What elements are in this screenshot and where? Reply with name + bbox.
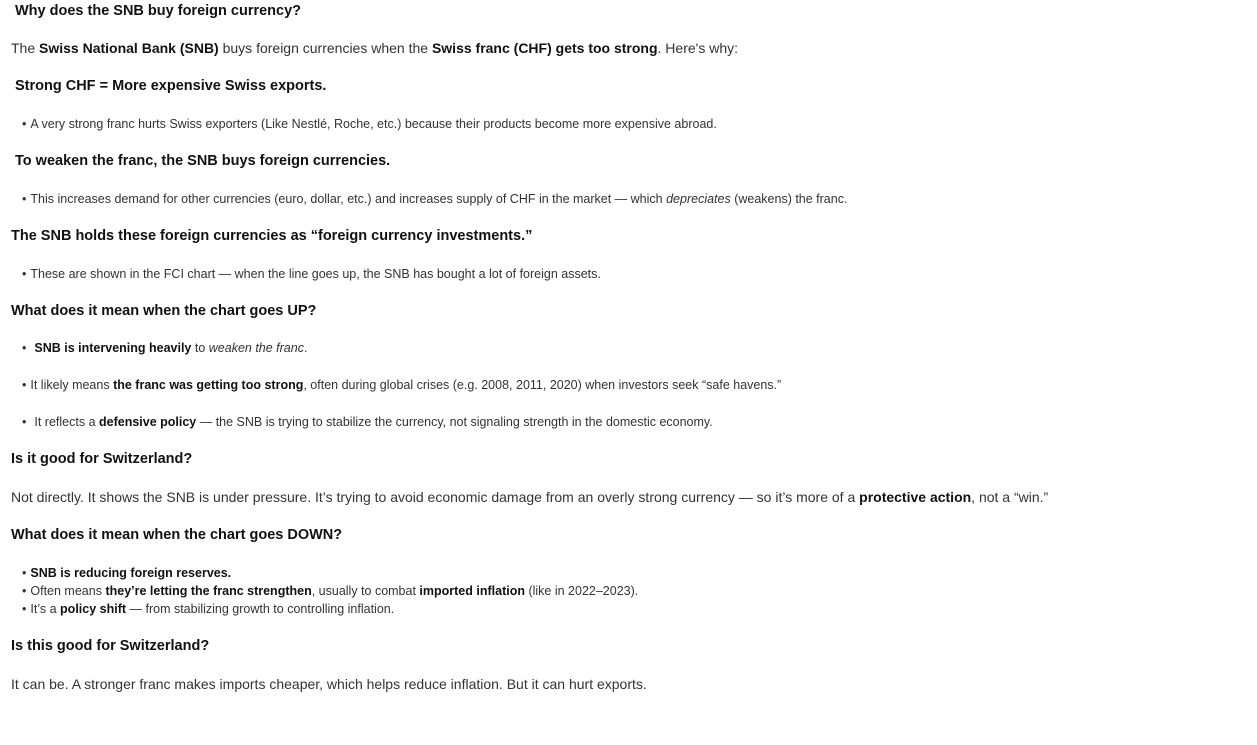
bullet-increases-demand: • This increases demand for other currenc…: [22, 192, 848, 206]
bullet-glyph: •: [22, 378, 27, 392]
bullet-glyph: •: [22, 341, 27, 355]
bullet-glyph: •: [22, 602, 27, 616]
bullet-glyph: •: [22, 192, 27, 206]
bullet-glyph: •: [22, 117, 27, 131]
heading-snb-holds: The SNB holds these foreign currencies a…: [11, 228, 533, 244]
bullet-down-strengthen: • Often means they’re letting the franc s…: [22, 584, 639, 598]
bullet-strong-franc-exporters: • A very strong franc hurts Swiss exporte…: [22, 117, 717, 131]
bullet-glyph: •: [22, 566, 27, 580]
heading-weaken-franc: To weaken the franc, the SNB buys foreig…: [15, 153, 391, 169]
bullet-glyph: •: [22, 584, 27, 598]
bullet-up-defensive: • It reflects a defensive policy — the SN…: [22, 415, 713, 429]
bullet-up-franc-strong: • It likely means the franc was getting t…: [22, 378, 782, 392]
bullet-fci-chart: • These are shown in the FCI chart — when…: [22, 267, 601, 281]
heading-strong-chf: Strong CHF = More expensive Swiss export…: [15, 78, 327, 94]
bullet-glyph: •: [22, 415, 27, 429]
heading-is-this-good: Is this good for Switzerland?: [11, 638, 210, 654]
heading-why-snb-buys: Why does the SNB buy foreign currency?: [15, 3, 302, 19]
bullet-up-intervening: • SNB is intervening heavily to weaken th…: [22, 341, 308, 355]
heading-chart-down: What does it mean when the chart goes DO…: [11, 527, 343, 543]
bullet-down-policy-shift: • It’s a policy shift — from stabilizing …: [22, 602, 395, 616]
heading-is-it-good: Is it good for Switzerland?: [11, 451, 193, 467]
heading-chart-up: What does it mean when the chart goes UP…: [11, 303, 317, 319]
paragraph-not-directly: Not directly. It shows the SNB is under …: [11, 489, 1049, 505]
bullet-glyph: •: [22, 267, 27, 281]
intro-paragraph: The Swiss National Bank (SNB) buys forei…: [11, 40, 739, 56]
paragraph-it-can-be: It can be. A stronger franc makes import…: [11, 676, 647, 692]
bullet-down-reducing: • SNB is reducing foreign reserves.: [22, 566, 232, 580]
